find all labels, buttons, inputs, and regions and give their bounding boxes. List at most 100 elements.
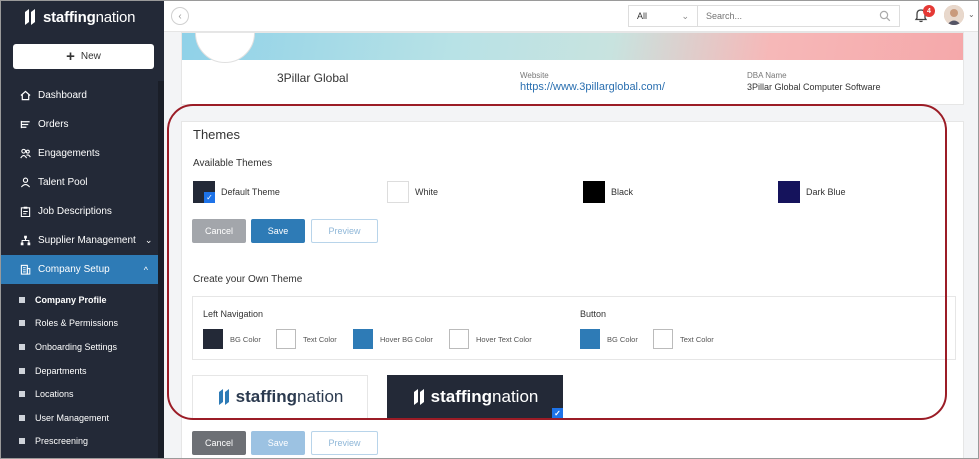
button-bg-color[interactable]: BG Color (580, 329, 638, 349)
save-button[interactable]: Save (251, 219, 305, 243)
logo-mark-icon (218, 389, 229, 405)
themes-card: Themes Available Themes ✓ Default Theme … (181, 121, 964, 458)
leftnav-hover-bg-color[interactable]: Hover BG Color (353, 329, 433, 349)
website-link[interactable]: https://www.3pillarglobal.com/ (520, 81, 665, 93)
sidebar-item-dashboard[interactable]: Dashboard (1, 81, 158, 110)
grid-bullet-icon (19, 414, 25, 421)
logo-preview-light[interactable]: staffingnation (192, 375, 368, 419)
color-swatch[interactable] (653, 329, 673, 349)
company-profile-card: 3Pillar Global Website https://www.3pill… (181, 32, 964, 105)
leftnav-bg-color[interactable]: BG Color (203, 329, 261, 349)
sidebar-item-talent-pool[interactable]: Talent Pool (1, 168, 158, 197)
cancel-button-bottom[interactable]: Cancel (192, 431, 246, 455)
search-input[interactable] (706, 11, 866, 21)
subnav-label: Onboarding Settings (35, 341, 118, 352)
subnav-item-departments[interactable]: Departments (1, 359, 158, 383)
sidebar-item-label: Talent Pool (38, 177, 88, 188)
logo-preview-dark[interactable]: staffingnation ✓ (387, 375, 563, 419)
preview-button-bottom[interactable]: Preview (311, 431, 378, 455)
subnav-label: User Management (35, 412, 110, 423)
leftnav-hover-text-color[interactable]: Hover Text Color (449, 329, 532, 349)
color-swatch[interactable] (449, 329, 469, 349)
theme-swatch[interactable] (387, 181, 409, 203)
left-navigation-heading: Left Navigation (203, 309, 264, 319)
grid-bullet-icon (19, 438, 25, 445)
leftnav-text-color[interactable]: Text Color (276, 329, 337, 349)
new-button[interactable]: + New (13, 44, 154, 69)
color-label: Hover Text Color (476, 334, 532, 344)
button-text-color[interactable]: Text Color (653, 329, 714, 349)
chevron-down-icon[interactable]: ⌄ (968, 10, 975, 19)
theme-option-white[interactable]: White (387, 181, 438, 203)
subnav-item-user-management[interactable]: User Management (1, 406, 158, 430)
logo-mark-icon (23, 8, 37, 26)
checkmark-icon: ✓ (552, 408, 563, 419)
color-label: Text Color (680, 334, 714, 344)
theme-option-default[interactable]: ✓ Default Theme (193, 181, 280, 203)
building-icon (19, 264, 31, 276)
preview-button[interactable]: Preview (311, 219, 378, 243)
theme-label: Default Theme (221, 187, 280, 197)
filter-value: All (637, 11, 648, 21)
color-swatch[interactable] (353, 329, 373, 349)
logo-mark-icon (413, 389, 424, 405)
sidebar-item-job-descriptions[interactable]: Job Descriptions (1, 197, 158, 226)
subnav-label: Locations (35, 389, 74, 400)
color-label: Hover BG Color (380, 334, 433, 344)
save-button-bottom[interactable]: Save (251, 431, 305, 455)
color-label: BG Color (607, 334, 638, 344)
button-heading: Button (580, 309, 607, 319)
color-label: Text Color (303, 334, 337, 344)
sidebar-item-supplier-management[interactable]: Supplier Management ⌄ (1, 226, 158, 255)
theme-swatch[interactable] (778, 181, 800, 203)
available-themes-heading: Available Themes (193, 158, 273, 169)
theme-option-black[interactable]: Black (583, 181, 633, 203)
theme-swatch[interactable]: ✓ (193, 181, 215, 203)
search-icon[interactable] (879, 10, 891, 24)
themes-title: Themes (193, 127, 240, 142)
subnav-item-onboarding-settings[interactable]: Onboarding Settings (1, 335, 158, 359)
sidebar-item-engagements[interactable]: Engagements (1, 139, 158, 168)
top-bar: ‹ All ⌄ 4 ⌄ (164, 1, 978, 32)
sidebar-item-label: Company Setup (38, 264, 110, 275)
avatar[interactable] (944, 5, 964, 25)
cancel-button[interactable]: Cancel (192, 219, 246, 243)
subnav-label: Roles & Permissions (35, 318, 119, 329)
subnav-item-company-profile[interactable]: Company Profile (1, 288, 158, 312)
chevron-down-icon: ⌄ (144, 235, 153, 245)
collapse-sidebar-button[interactable]: ‹ (171, 7, 189, 25)
color-swatch[interactable] (203, 329, 223, 349)
custom-theme-panel: Left Navigation Button BG Color Text Col… (192, 296, 956, 360)
theme-label: Black (611, 187, 634, 197)
subnav-label: Prescreening (35, 436, 89, 447)
grid-bullet-icon (19, 296, 25, 303)
logo-preview-text: staffingnation (430, 387, 539, 406)
subnav-item-roles-permissions[interactable]: Roles & Permissions (1, 312, 158, 336)
color-swatch[interactable] (276, 329, 296, 349)
search-filter-select[interactable]: All ⌄ (628, 5, 697, 27)
company-setup-submenu: Company Profile Roles & Permissions Onbo… (1, 288, 158, 453)
person-icon (19, 177, 31, 189)
profile-banner (182, 33, 963, 60)
company-name: 3Pillar Global (277, 71, 349, 85)
chevron-left-icon: ‹ (178, 10, 182, 22)
subnav-item-prescreening[interactable]: Prescreening (1, 430, 158, 454)
chevron-up-icon: ^ (143, 264, 148, 275)
sidebar-item-company-setup[interactable]: Company Setup ^ (1, 255, 158, 284)
grid-bullet-icon (19, 343, 25, 350)
list-icon (19, 119, 31, 131)
theme-swatch[interactable] (583, 181, 605, 203)
notification-badge: 4 (923, 5, 935, 17)
theme-option-dark-blue[interactable]: Dark Blue (778, 181, 846, 203)
subnav-item-locations[interactable]: Locations (1, 382, 158, 406)
brand-logo[interactable]: staffingnation (23, 6, 135, 28)
sidebar-item-orders[interactable]: Orders (1, 110, 158, 139)
subnav-label: Departments (35, 365, 87, 376)
theme-label: White (415, 187, 439, 197)
grid-bullet-icon (19, 391, 25, 398)
dba-value: 3Pillar Global Computer Software (747, 82, 881, 92)
chevron-down-icon: ⌄ (681, 10, 689, 21)
dba-label: DBA Name (747, 71, 787, 80)
color-swatch[interactable] (580, 329, 600, 349)
plus-icon: + (66, 48, 75, 65)
